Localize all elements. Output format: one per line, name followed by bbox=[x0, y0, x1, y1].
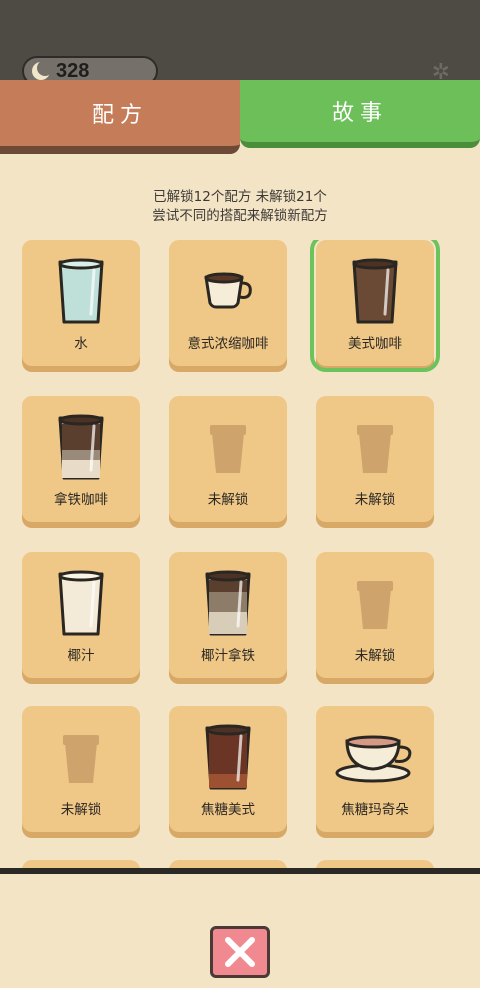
recipe-label: 拿铁咖啡 bbox=[54, 492, 108, 508]
recipe-card[interactable]: 美式咖啡 bbox=[310, 240, 440, 372]
recipe-card[interactable]: 未解锁 bbox=[316, 396, 434, 522]
unlock-count-text: 已解锁12个配方 未解锁21个 bbox=[153, 189, 327, 205]
moon-icon bbox=[32, 60, 53, 80]
recipe-card[interactable]: 焦糖美式 bbox=[169, 706, 287, 832]
locked-cup-icon bbox=[169, 404, 287, 490]
tab-recipe-label: 配方 bbox=[91, 103, 148, 128]
unlock-summary: 已解锁12个配方 未解锁21个 尝试不同的搭配来解锁新配方 bbox=[0, 188, 480, 226]
recipe-card[interactable]: 意式浓缩咖啡 bbox=[169, 240, 287, 366]
recipe-card-partial[interactable] bbox=[316, 860, 434, 868]
recipe-card[interactable]: 焦糖玛奇朵 bbox=[316, 706, 434, 832]
locked-cup-icon bbox=[316, 404, 434, 490]
recipe-grid: 水 意式浓缩咖啡 美式咖啡 拿铁咖啡 未解锁 未解锁 椰汁 椰汁拿铁 未解锁 未… bbox=[22, 240, 462, 868]
recipe-card[interactable]: 未解锁 bbox=[22, 706, 140, 832]
close-icon bbox=[225, 937, 255, 967]
recipe-card-partial[interactable] bbox=[22, 860, 140, 868]
recipe-label: 椰汁拿铁 bbox=[201, 648, 255, 664]
tab-story[interactable]: 故事 bbox=[240, 80, 480, 148]
recipe-label: 未解锁 bbox=[207, 492, 249, 508]
coconut-milk-glass-icon bbox=[22, 560, 140, 646]
recipe-card-partial[interactable] bbox=[169, 860, 287, 868]
tab-story-label: 故事 bbox=[331, 101, 388, 126]
recipe-label: 焦糖美式 bbox=[201, 802, 255, 818]
recipe-label: 意式浓缩咖啡 bbox=[187, 336, 269, 352]
americano-glass-icon bbox=[316, 248, 434, 334]
espresso-cup-icon bbox=[169, 248, 287, 334]
water-glass-icon bbox=[22, 248, 140, 334]
caramel-americano-glass-icon bbox=[169, 714, 287, 800]
caramel-macchiato-cup-icon bbox=[316, 714, 434, 800]
recipe-card[interactable]: 椰汁拿铁 bbox=[169, 552, 287, 678]
recipe-label: 未解锁 bbox=[60, 802, 102, 818]
locked-cup-icon bbox=[316, 560, 434, 646]
recipe-card[interactable]: 未解锁 bbox=[316, 552, 434, 678]
recipe-label: 未解锁 bbox=[354, 492, 396, 508]
coconut-latte-glass-icon bbox=[169, 560, 287, 646]
latte-glass-icon bbox=[22, 404, 140, 490]
unlock-hint-text: 尝试不同的搭配来解锁新配方 bbox=[152, 208, 328, 224]
recipe-label: 椰汁 bbox=[67, 648, 95, 664]
close-button[interactable] bbox=[210, 926, 270, 978]
recipe-label: 未解锁 bbox=[354, 648, 396, 664]
recipe-label: 美式咖啡 bbox=[348, 336, 402, 352]
locked-cup-icon bbox=[22, 714, 140, 800]
recipe-card[interactable]: 椰汁 bbox=[22, 552, 140, 678]
recipe-card[interactable]: 拿铁咖啡 bbox=[22, 396, 140, 522]
recipe-card[interactable]: 水 bbox=[22, 240, 140, 366]
recipe-label: 水 bbox=[74, 336, 88, 352]
recipe-label: 焦糖玛奇朵 bbox=[341, 802, 409, 818]
tab-recipe[interactable]: 配方 bbox=[0, 80, 240, 154]
recipe-card[interactable]: 未解锁 bbox=[169, 396, 287, 522]
